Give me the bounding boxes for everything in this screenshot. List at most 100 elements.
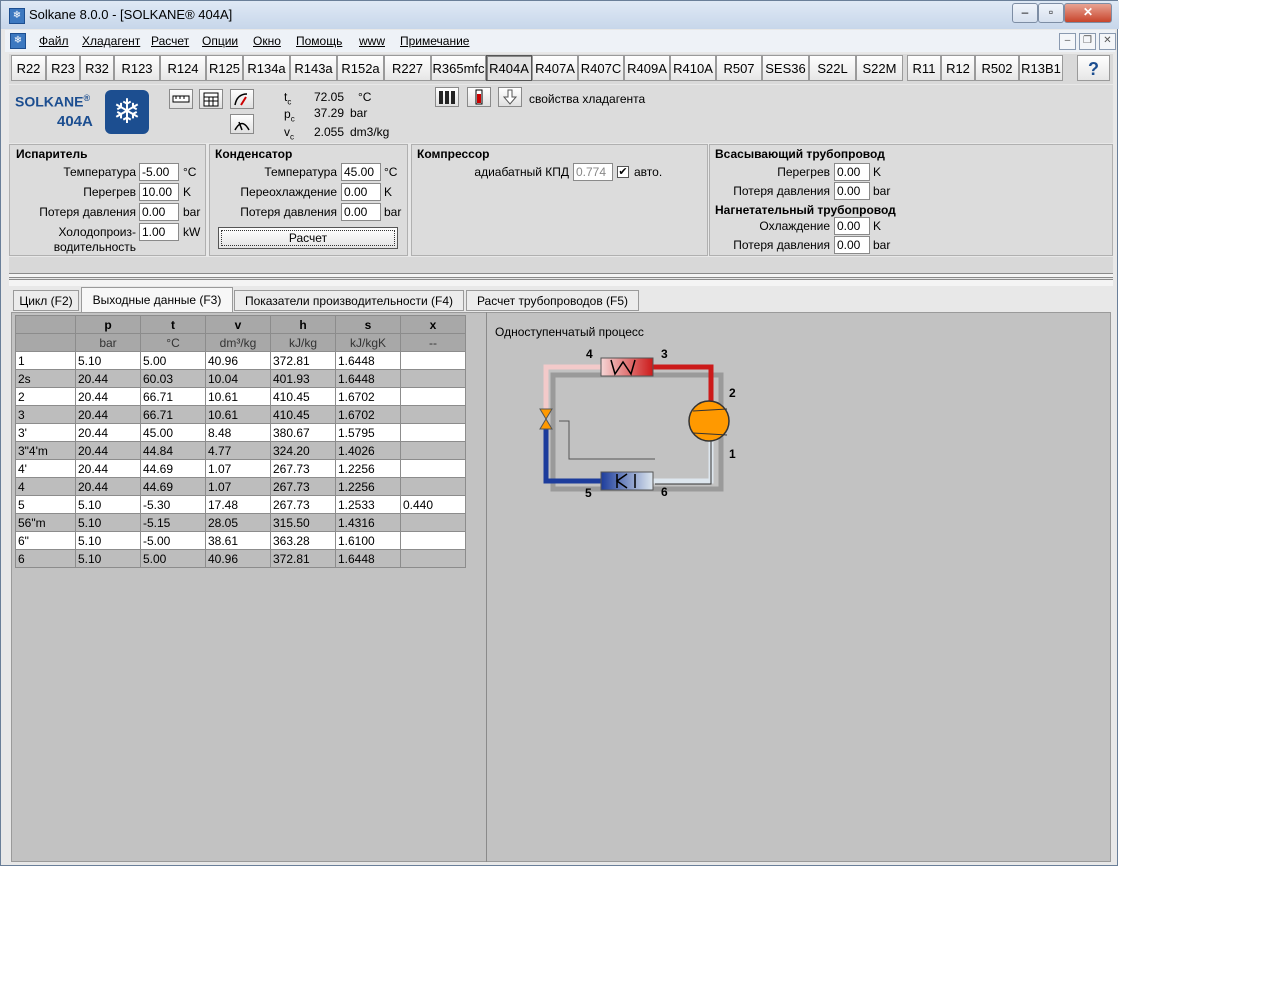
- critical-volume-unit: dm3/kg: [350, 125, 390, 139]
- condenser-pressure-loss-label: Потеря давления: [240, 205, 337, 219]
- table-cell: 4.77: [205, 441, 271, 460]
- calculate-button[interactable]: Расчет: [218, 227, 398, 249]
- mdi-close-button[interactable]: ✕: [1099, 33, 1116, 50]
- table-cell: 40.96: [205, 351, 271, 370]
- refrigerant-button[interactable]: R32: [80, 55, 114, 81]
- evaporator-temperature-field[interactable]: -5.00: [139, 163, 179, 181]
- table-cell: 267.73: [270, 495, 336, 514]
- discharge-pressure-loss-field[interactable]: 0.00: [834, 236, 870, 254]
- compressor-efficiency-field[interactable]: 0.774: [573, 163, 613, 181]
- condenser-subcooling-field[interactable]: 0.00: [341, 183, 381, 201]
- refrigerant-button[interactable]: R407A: [532, 55, 578, 81]
- evaporator-superheat-field[interactable]: 10.00: [139, 183, 179, 201]
- window-title: Solkane 8.0.0 - [SOLKANE® 404A]: [29, 7, 233, 22]
- menu-note[interactable]: Примечание: [400, 34, 469, 48]
- refrigerant-button[interactable]: R502: [975, 55, 1019, 81]
- tab-pipelines[interactable]: Расчет трубопроводов (F5): [466, 290, 639, 311]
- table-cell: 10.04: [205, 369, 271, 388]
- refrigerant-button[interactable]: SES36: [762, 55, 809, 81]
- refrigerant-button-active[interactable]: R404A: [486, 55, 532, 81]
- table-unit-cell: [15, 333, 76, 352]
- menu-options[interactable]: Опции: [202, 34, 238, 48]
- splitter-bar-2[interactable]: [9, 279, 1113, 286]
- suction-superheat-field[interactable]: 0.00: [834, 163, 870, 181]
- app-window: ❄ Solkane 8.0.0 - [SOLKANE® 404A] – ▫ ✕ …: [0, 0, 1119, 866]
- refrigerant-button[interactable]: R123: [114, 55, 160, 81]
- minimize-button[interactable]: –: [1012, 3, 1038, 23]
- table-unit-cell: kJ/kgK: [335, 333, 401, 352]
- help-button[interactable]: ?: [1077, 55, 1110, 81]
- refrigerant-button[interactable]: S22M: [856, 55, 903, 81]
- refrigerant-button[interactable]: R134a: [243, 55, 290, 81]
- table-cell: 5.10: [75, 549, 141, 568]
- refrigerant-button[interactable]: R11: [907, 55, 941, 81]
- refrigerant-button[interactable]: R410A: [670, 55, 716, 81]
- refrigerant-button[interactable]: R12: [941, 55, 975, 81]
- auto-checkbox[interactable]: ✔: [617, 166, 629, 178]
- refrigerant-button[interactable]: R22: [11, 55, 46, 81]
- table-cell: 40.96: [205, 549, 271, 568]
- diagram-label-1: 1: [729, 447, 736, 461]
- table-cell: 44.69: [140, 477, 206, 496]
- evaporator-capacity-field[interactable]: 1.00: [139, 223, 179, 241]
- evaporator-pressure-loss-field[interactable]: 0.00: [139, 203, 179, 221]
- condenser-subcooling-label: Переохлаждение: [240, 185, 337, 199]
- table-cell: 372.81: [270, 549, 336, 568]
- table-row-label: 3: [15, 405, 76, 424]
- refrigerant-button[interactable]: R13B1: [1019, 55, 1063, 81]
- info-icon[interactable]: [467, 87, 491, 107]
- table-cell: 66.71: [140, 387, 206, 406]
- table-unit-cell: kJ/kg: [270, 333, 336, 352]
- close-button[interactable]: ✕: [1064, 3, 1112, 23]
- refrigerant-button[interactable]: R227: [384, 55, 431, 81]
- refrigerant-button[interactable]: R365mfc: [431, 55, 486, 81]
- cylinders-icon[interactable]: [435, 87, 459, 107]
- condenser-temperature-field[interactable]: 45.00: [341, 163, 381, 181]
- menu-window[interactable]: Окно: [253, 34, 281, 48]
- refrigerant-button[interactable]: R507: [716, 55, 762, 81]
- refrigerant-button[interactable]: R152a: [337, 55, 384, 81]
- refrigerant-button[interactable]: R407C: [578, 55, 624, 81]
- refrigerant-button[interactable]: R124: [160, 55, 206, 81]
- tab-performance[interactable]: Показатели производительности (F4): [234, 290, 464, 311]
- refrigerant-button[interactable]: R409A: [624, 55, 670, 81]
- table-unit-cell: bar: [75, 333, 141, 352]
- refrigerant-button[interactable]: R143a: [290, 55, 337, 81]
- refrigerant-properties-label[interactable]: свойства хладагента: [529, 92, 645, 106]
- menu-refrigerant[interactable]: Хладагент: [82, 34, 140, 48]
- refrigerant-button[interactable]: R125: [206, 55, 243, 81]
- table-cell: 410.45: [270, 405, 336, 424]
- table-cell: 1.6702: [335, 387, 401, 406]
- maximize-button[interactable]: ▫: [1038, 3, 1064, 23]
- diagram-title: Одноступенчатый процесс: [495, 325, 644, 339]
- condenser-pressure-loss-field[interactable]: 0.00: [341, 203, 381, 221]
- arrow-down-icon[interactable]: [498, 87, 522, 107]
- menu-www[interactable]: www: [359, 34, 385, 48]
- table-cell: 66.71: [140, 405, 206, 424]
- table-row: 4' 20.44 44.69 1.07 267.73 1.2256: [15, 459, 466, 478]
- discharge-cooling-field[interactable]: 0.00: [834, 217, 870, 235]
- tab-output-data[interactable]: Выходные данные (F3): [81, 287, 233, 312]
- table-unit-cell: --: [400, 333, 466, 352]
- table-row: 3' 20.44 45.00 8.48 380.67 1.5795: [15, 423, 466, 442]
- menu-help[interactable]: Помощь: [296, 34, 342, 48]
- splitter-bar[interactable]: [9, 273, 1113, 278]
- table-cell: 267.73: [270, 459, 336, 478]
- meter-icon[interactable]: [230, 114, 254, 134]
- refrigerant-button[interactable]: R23: [46, 55, 80, 81]
- mdi-restore-button[interactable]: ❐: [1079, 33, 1096, 50]
- refrigerant-button[interactable]: S22L: [809, 55, 856, 81]
- calculator-icon[interactable]: [199, 89, 223, 109]
- suction-pressure-loss-field[interactable]: 0.00: [834, 182, 870, 200]
- menu-calculation[interactable]: Расчет: [151, 34, 189, 48]
- menu-file[interactable]: Файл: [39, 34, 69, 48]
- table-cell: 44.69: [140, 459, 206, 478]
- gauge-icon[interactable]: [230, 89, 254, 109]
- tab-cycle[interactable]: Цикл (F2): [13, 290, 79, 311]
- table-cell: 267.73: [270, 477, 336, 496]
- diagram-label-2: 2: [729, 386, 736, 400]
- mdi-minimize-button[interactable]: –: [1059, 33, 1076, 50]
- ruler-icon[interactable]: [169, 89, 193, 109]
- document-snowflake-icon: ❄: [10, 33, 26, 49]
- suction-pressure-loss-unit: bar: [873, 184, 891, 198]
